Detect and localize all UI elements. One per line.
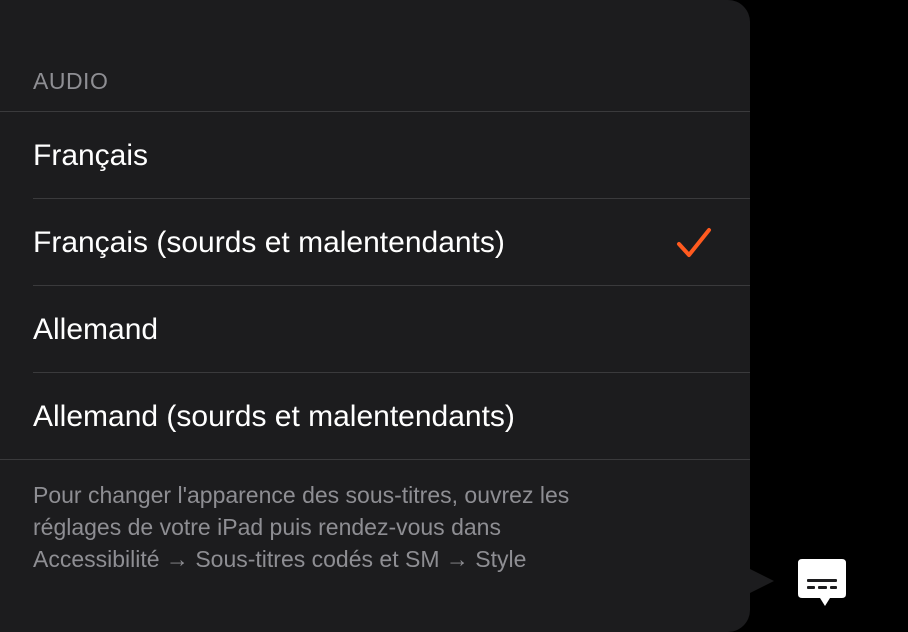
subtitles-icon[interactable]: [797, 558, 847, 608]
row-separator: [0, 459, 750, 460]
option-label: Français: [33, 138, 149, 172]
footnote-line: Accessibilité → Sous-titres codés et SM …: [33, 546, 527, 572]
popover-arrow: [742, 565, 774, 597]
option-francais[interactable]: Français: [0, 112, 750, 199]
subtitle-appearance-footnote: Pour changer l'apparence des sous-titres…: [33, 479, 713, 575]
footnote-line: réglages de votre iPad puis rendez-vous …: [33, 514, 501, 540]
section-header-audio: AUDIO: [33, 68, 109, 94]
option-label: Allemand: [33, 312, 159, 346]
audio-subtitles-popover: AUDIO Français Français (sourds et malen…: [0, 0, 750, 632]
option-label: Français (sourds et malentendants): [33, 225, 505, 259]
audio-options-list: Français Français (sourds et malentendan…: [0, 112, 750, 460]
option-allemand[interactable]: Allemand: [0, 286, 750, 373]
option-label: Allemand (sourds et malentendants): [33, 399, 515, 433]
option-allemand-sme[interactable]: Allemand (sourds et malentendants): [0, 373, 750, 460]
option-francais-sme[interactable]: Français (sourds et malentendants): [0, 199, 750, 286]
footnote-line: Pour changer l'apparence des sous-titres…: [33, 482, 570, 508]
checkmark-icon: [677, 228, 711, 257]
